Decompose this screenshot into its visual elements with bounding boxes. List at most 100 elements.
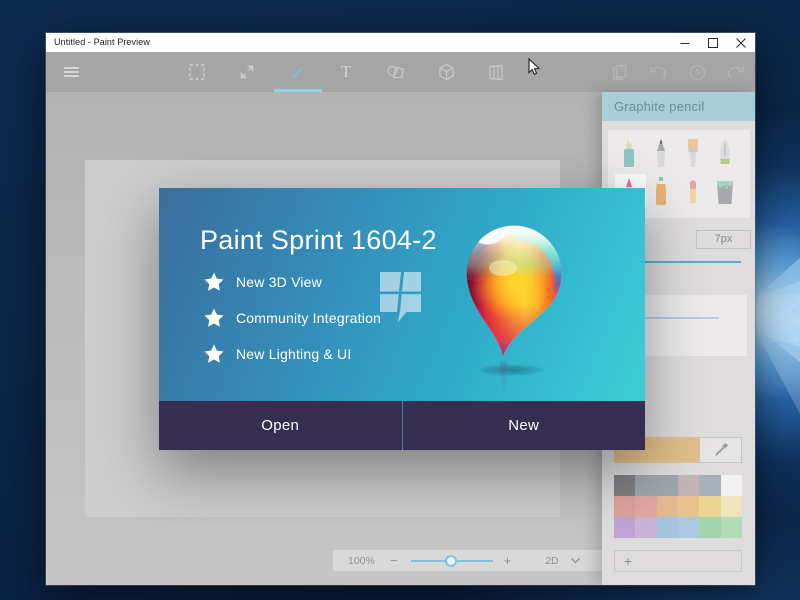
palette-color[interactable] xyxy=(699,496,721,517)
shapes-tool-button[interactable] xyxy=(376,52,416,92)
feature-item: New Lighting & UI xyxy=(204,344,351,364)
palette-color[interactable] xyxy=(678,517,700,538)
palette-color[interactable] xyxy=(720,496,742,517)
menu-icon xyxy=(63,67,79,77)
paint-bucket-icon xyxy=(717,181,733,204)
zoom-slider-handle[interactable] xyxy=(444,554,457,567)
dialog-title: Paint Sprint 1604-2 xyxy=(200,225,437,255)
palette-color[interactable] xyxy=(720,475,742,496)
redo-button[interactable] xyxy=(716,52,756,92)
palette-color[interactable] xyxy=(656,496,678,517)
redo-icon xyxy=(728,66,744,79)
text-tool-icon: T xyxy=(340,62,352,81)
feature-item: Community Integration xyxy=(204,308,381,328)
feature-label: Community Integration xyxy=(236,310,382,326)
feature-label: New 3D View xyxy=(236,274,322,290)
tool-marker[interactable] xyxy=(613,136,645,172)
palette-color[interactable] xyxy=(678,475,700,496)
maximize-button[interactable] xyxy=(699,33,727,52)
palette-color[interactable] xyxy=(614,517,636,538)
palette-color[interactable] xyxy=(699,475,721,496)
chevron-down-icon[interactable] xyxy=(570,555,580,567)
palette-color[interactable] xyxy=(635,517,657,538)
tool-paintbrush[interactable] xyxy=(677,136,709,172)
maximize-icon xyxy=(708,37,718,48)
brush-tool-button[interactable] xyxy=(276,52,316,92)
new-button[interactable]: New xyxy=(403,401,646,450)
tool-fountain-pen[interactable] xyxy=(709,136,741,172)
mouse-cursor xyxy=(528,58,541,76)
star-icon xyxy=(204,344,224,363)
palette-color[interactable] xyxy=(635,475,657,496)
color-palette xyxy=(614,475,742,538)
palette-color[interactable] xyxy=(656,475,678,496)
splash-dialog: Paint Sprint 1604-2 New 3D View Communit… xyxy=(159,188,645,450)
undo-button[interactable] xyxy=(638,52,678,92)
add-color-button[interactable]: + xyxy=(614,550,742,572)
dialog-body: Paint Sprint 1604-2 New 3D View Communit… xyxy=(159,188,645,401)
palette-color[interactable] xyxy=(678,496,700,517)
panel-header: Graphite pencil xyxy=(602,92,755,121)
open-button[interactable]: Open xyxy=(159,401,402,450)
close-button[interactable] xyxy=(727,33,755,52)
palette-color[interactable] xyxy=(614,475,636,496)
history-button[interactable] xyxy=(677,52,717,92)
minimize-button[interactable] xyxy=(671,33,699,52)
zoom-out-button[interactable]: − xyxy=(390,553,398,568)
select-icon xyxy=(189,64,205,80)
fountain-pen-icon xyxy=(720,139,730,164)
paintbrush-icon xyxy=(688,139,698,167)
zoom-value: 100% xyxy=(348,554,375,567)
window-title: Untitled - Paint Preview xyxy=(54,37,150,47)
eyedropper-button[interactable] xyxy=(699,437,742,463)
canvas-book-icon xyxy=(489,64,503,80)
tool-pencil[interactable] xyxy=(645,136,677,172)
tool-spray-can[interactable] xyxy=(645,174,677,210)
3d-cube-icon xyxy=(438,63,454,81)
tool-eraser[interactable] xyxy=(677,174,709,210)
feature-label: New Lighting & UI xyxy=(236,346,352,362)
shapes-icon xyxy=(387,65,405,79)
palette-color[interactable] xyxy=(635,496,657,517)
plus-icon: + xyxy=(624,553,633,569)
undo-icon xyxy=(650,66,666,79)
eraser-icon xyxy=(690,180,696,203)
star-icon xyxy=(204,308,224,327)
spray-can-icon xyxy=(656,177,666,205)
brush-icon xyxy=(291,65,304,78)
history-icon xyxy=(689,64,705,80)
toolbar: T xyxy=(46,52,755,92)
3d-tool-button[interactable] xyxy=(426,52,466,92)
close-icon xyxy=(736,37,746,48)
marker-icon xyxy=(624,139,634,167)
canvas-tool-button[interactable] xyxy=(476,52,516,92)
feature-item: New 3D View xyxy=(204,272,322,292)
resize-tool-button[interactable] xyxy=(227,52,267,92)
mode-select-value[interactable]: 2D xyxy=(545,555,558,567)
select-tool-button[interactable] xyxy=(177,52,217,92)
balloon-3d-image xyxy=(466,225,562,394)
dialog-button-bar: Open New xyxy=(159,401,645,450)
palette-color[interactable] xyxy=(656,517,678,538)
tool-paint-bucket[interactable] xyxy=(709,174,741,210)
zoom-bar: 100% − + 2D xyxy=(333,550,603,571)
palette-color[interactable] xyxy=(614,496,636,517)
workspace: 100% − + 2D Graphite pencil 7px + Paint … xyxy=(46,92,755,585)
pencil-icon xyxy=(657,139,665,167)
menu-button[interactable] xyxy=(51,52,91,92)
text-tool-button[interactable]: T xyxy=(326,52,366,92)
eyedropper-icon xyxy=(714,443,728,456)
resize-icon xyxy=(240,65,254,79)
zoom-in-button[interactable]: + xyxy=(504,553,512,568)
paste-button[interactable] xyxy=(599,52,639,92)
palette-color[interactable] xyxy=(720,517,742,538)
minimize-icon xyxy=(680,42,690,44)
panel-title: Graphite pencil xyxy=(614,99,705,114)
brush-size-input[interactable]: 7px xyxy=(696,230,751,249)
zoom-slider[interactable] xyxy=(410,554,493,567)
app-window: Untitled - Paint Preview T 100% − + 2D G… xyxy=(46,33,755,585)
windows-logo-icon xyxy=(380,272,421,323)
titlebar[interactable]: Untitled - Paint Preview xyxy=(46,33,755,52)
paste-icon xyxy=(612,64,626,80)
palette-color[interactable] xyxy=(699,517,721,538)
